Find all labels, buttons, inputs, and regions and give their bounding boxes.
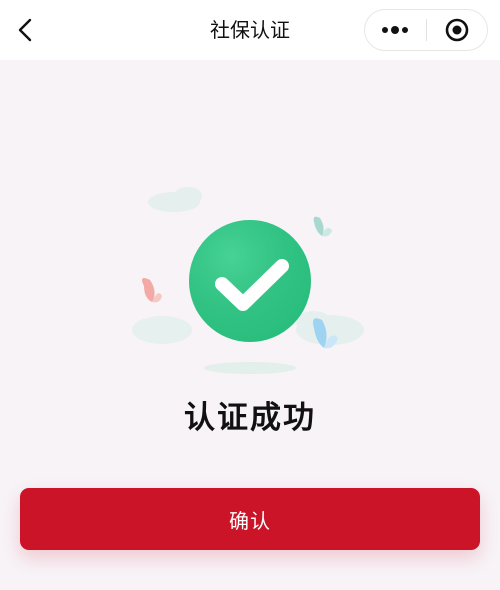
top-nav-bar: 社保认证: [0, 0, 500, 60]
check-circle-icon: [189, 220, 311, 342]
auth-result-page: 社保认证 认证成功 确认: [0, 0, 500, 590]
target-close-icon: [445, 18, 469, 42]
more-dots-icon: [382, 26, 409, 34]
more-menu-button[interactable]: [365, 10, 426, 50]
red-butterfly-icon: [142, 278, 162, 303]
confirm-button-label: 确认: [229, 508, 271, 533]
success-illustration: [130, 180, 370, 380]
auth-success-text: 认证成功: [184, 400, 316, 436]
back-button[interactable]: [6, 10, 46, 50]
close-mini-program-button[interactable]: [426, 10, 487, 50]
teal-butterfly-icon: [313, 216, 332, 237]
chevron-left-icon: [18, 18, 32, 42]
badge-shadow: [204, 362, 296, 374]
confirm-button[interactable]: 确认: [20, 488, 480, 550]
mini-program-capsule: [364, 9, 488, 51]
